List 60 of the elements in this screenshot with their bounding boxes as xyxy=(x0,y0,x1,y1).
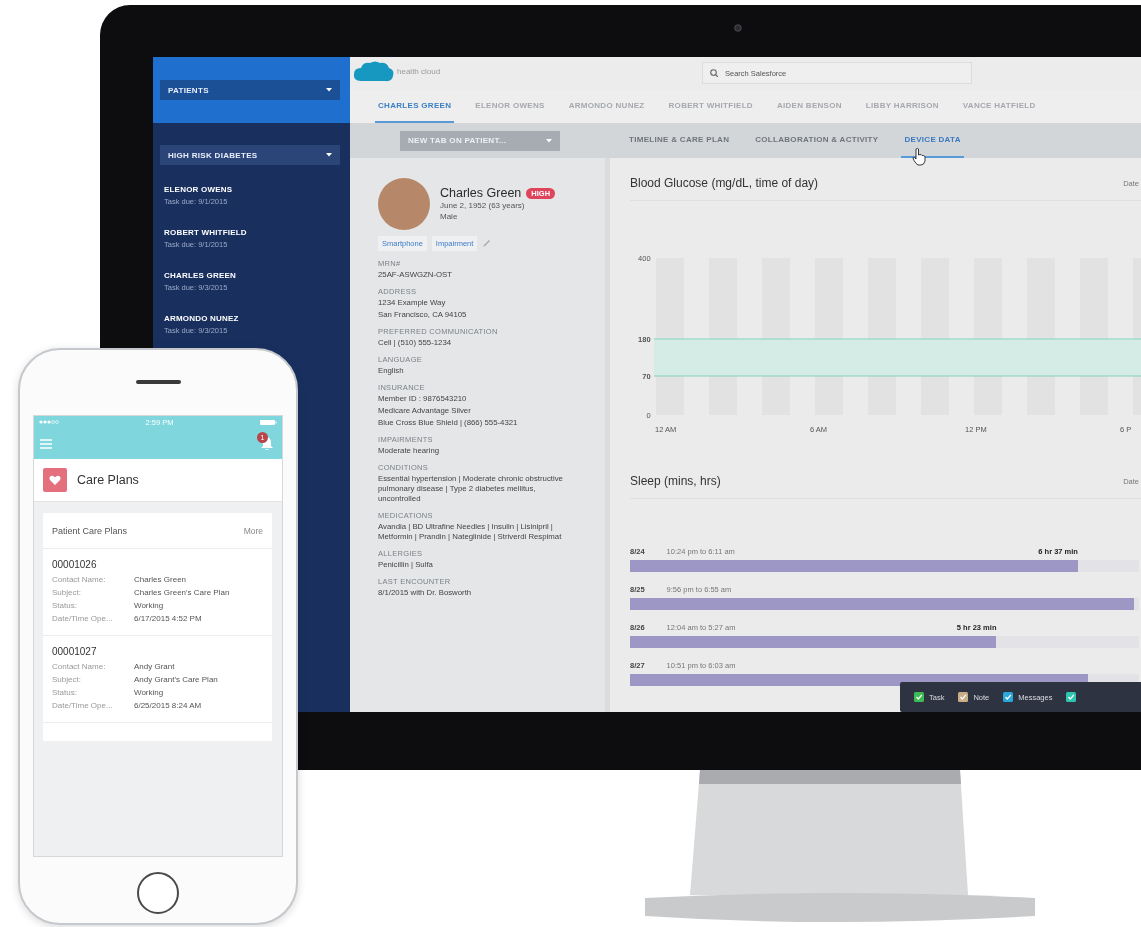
record-value: Andy Grant's Care Plan xyxy=(134,675,218,685)
caret-icon xyxy=(326,88,332,92)
checkbox-square-icon xyxy=(1003,692,1014,702)
brand-name: health cloud xyxy=(397,66,441,76)
record-value: 6/25/2015 8:24 AM xyxy=(134,701,202,711)
patient-tab[interactable]: ELENOR OWENS xyxy=(472,90,548,123)
record-label: Subject: xyxy=(52,675,82,685)
patient-tab[interactable]: AIDEN BENSON xyxy=(773,90,845,123)
battery-icon xyxy=(260,419,277,425)
hand-pointer-icon xyxy=(912,148,926,166)
page-title: Care Plans xyxy=(77,473,139,487)
birth-date: June 2, 1952 (63 years) xyxy=(440,200,526,211)
record-label: Date/Time Ope... xyxy=(52,614,114,624)
checkbox-square-icon xyxy=(914,692,924,702)
patient-tab[interactable]: ARMONDO NUNEZ xyxy=(565,90,648,123)
record-number: 00001026 xyxy=(52,559,98,570)
signal-icon xyxy=(39,420,59,424)
record-value: Charles Green xyxy=(134,575,187,585)
record-value: Working xyxy=(134,601,164,611)
record-value: Andy Grant xyxy=(134,662,175,672)
record-label: Subject: xyxy=(52,588,82,598)
patient-sex: Male xyxy=(440,211,459,222)
record-label: Date/Time Ope... xyxy=(52,701,114,711)
patient-tab[interactable]: LIBBY HARRISON xyxy=(862,90,942,123)
care-plan-record[interactable]: 00001027 Contact Name: Andy Grant Subject: Andy Grant's Care Plan Status: Working Date/Time Ope... 6/25/2015 8:24 AM xyxy=(43,636,272,723)
card-title: Patient Care Plans xyxy=(52,526,128,536)
avatar-photo-placeholder xyxy=(378,178,430,230)
cloud-logo-icon xyxy=(353,59,395,83)
heart-icon xyxy=(49,475,61,485)
pencil-icon xyxy=(482,239,492,248)
record-number: 00001027 xyxy=(52,646,98,657)
record-label: Status: xyxy=(52,601,78,611)
section-tab[interactable]: TIMELINE & CARE PLAN xyxy=(626,123,733,158)
section-tab[interactable]: COLLABORATION & ACTIVITY xyxy=(752,123,882,158)
record-value: 6/17/2015 4:52 PM xyxy=(134,614,202,624)
record-label: Contact Name: xyxy=(52,662,107,672)
patient-name[interactable]: ROBERT WHITFIELD xyxy=(164,228,339,237)
caret-icon xyxy=(546,138,552,143)
patient-tab[interactable]: VANCE HATFIELD xyxy=(959,90,1039,123)
camera-icon xyxy=(734,24,742,32)
patient-name[interactable]: ARMONDO NUNEZ xyxy=(164,314,339,323)
caret-icon xyxy=(326,153,332,157)
patient-name-heading: Charles Green xyxy=(440,186,522,200)
list-dropdown[interactable]: PATIENTS xyxy=(160,80,340,100)
record-value: Working xyxy=(134,688,164,698)
more-link[interactable]: More xyxy=(243,526,263,536)
care-plan-record[interactable]: 00001026 Contact Name: Charles Green Subject: Charles Green's Care Plan Status: Working Date/Time Ope... 6/17/2015 4:52 PM xyxy=(43,549,272,636)
patient-name[interactable]: CHARLES GREEN xyxy=(164,271,339,280)
checkbox-square-icon[interactable] xyxy=(1066,692,1077,702)
record-label: Status: xyxy=(52,688,78,698)
record-value: Charles Green's Care Plan xyxy=(134,588,230,598)
patient-tab[interactable]: ROBERT WHITFIELD xyxy=(665,90,756,123)
record-label: Contact Name: xyxy=(52,575,107,585)
checkbox-square-icon xyxy=(958,692,969,702)
phone-speaker xyxy=(135,380,181,384)
patient-name[interactable]: ELENOR OWENS xyxy=(164,185,339,194)
chart-title: Blood Glucose (mg/dL, time of day) xyxy=(630,176,819,190)
chart-title: Sleep (mins, hrs) xyxy=(630,474,721,488)
filter-dropdown[interactable]: HIGH RISK DIABETES xyxy=(160,145,340,165)
home-button[interactable] xyxy=(137,872,179,914)
